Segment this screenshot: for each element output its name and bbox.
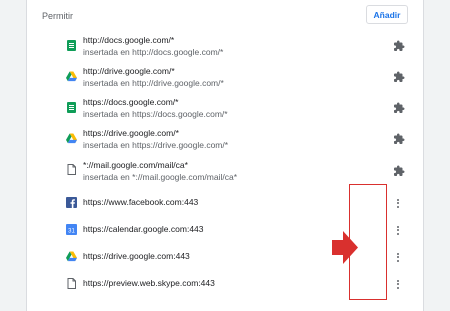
page-icon [66, 164, 77, 175]
site-origin: https://docs.google.com/* [83, 97, 179, 107]
list-item-drive-https: https://drive.google.com/* insertada en … [27, 124, 423, 155]
site-origin: http://drive.google.com/* [83, 66, 175, 76]
list-item-mail: *://mail.google.com/mail/ca* insertada e… [27, 155, 423, 186]
google-drive-icon [66, 133, 77, 144]
site-origin: https://calendar.google.com:443 [83, 224, 204, 234]
extension-puzzle-icon[interactable] [393, 71, 405, 83]
added-by-text: insertada en http://drive.google.com/* [83, 78, 224, 88]
added-by-text: insertada en https://drive.google.com/* [83, 140, 229, 150]
google-docs-icon [66, 40, 77, 51]
site-origin: https://www.facebook.com:443 [83, 197, 199, 207]
extension-puzzle-icon[interactable] [393, 133, 405, 145]
added-by-text: insertada en https://docs.google.com/* [83, 109, 228, 119]
extension-puzzle-icon[interactable] [393, 102, 405, 114]
permitir-header: Permitir Añadir [27, 0, 423, 31]
google-docs-icon [66, 102, 77, 113]
more-actions-icon[interactable] [391, 250, 405, 264]
site-origin: https://preview.web.skype.com:443 [83, 278, 215, 288]
site-origin: http://docs.google.com/* [83, 35, 175, 45]
section-title: Permitir [42, 11, 73, 21]
extension-puzzle-icon[interactable] [393, 165, 405, 177]
annotation-arrow-icon [332, 231, 358, 264]
list-item-drive-http: http://drive.google.com/* insertada en h… [27, 62, 423, 93]
page-icon [66, 278, 77, 289]
google-calendar-icon: 31 [66, 224, 77, 235]
added-by-text: insertada en http://docs.google.com/* [83, 47, 224, 57]
site-origin: https://drive.google.com:443 [83, 251, 190, 261]
list-item-docs-https: https://docs.google.com/* insertada en h… [27, 93, 423, 124]
more-actions-icon[interactable] [391, 277, 405, 291]
site-origin: *://mail.google.com/mail/ca* [83, 160, 188, 170]
calendar-icon-text: 31 [68, 229, 75, 235]
more-actions-icon[interactable] [391, 196, 405, 210]
google-drive-icon [66, 71, 77, 82]
extension-puzzle-icon[interactable] [393, 40, 405, 52]
site-origin: https://drive.google.com/* [83, 128, 179, 138]
added-by-text: insertada en *://mail.google.com/mail/ca… [83, 172, 238, 182]
google-drive-icon [66, 251, 77, 262]
add-button[interactable]: Añadir [366, 5, 408, 24]
more-actions-icon[interactable] [391, 223, 405, 237]
list-item-docs-http: http://docs.google.com/* insertada en ht… [27, 31, 423, 62]
facebook-icon [66, 197, 77, 208]
